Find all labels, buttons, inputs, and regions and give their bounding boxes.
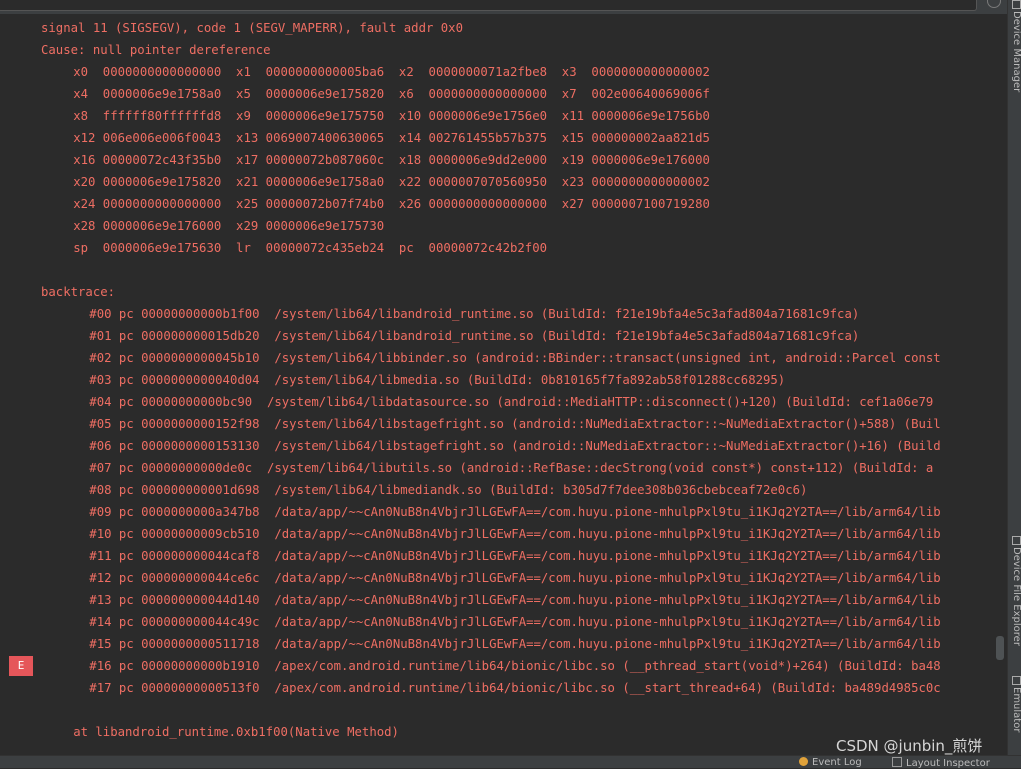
log-gutter [0, 14, 32, 755]
log-line: #11 pc 000000000044caf8 /data/app/~~cAn0… [89, 549, 941, 563]
log-line: #02 pc 0000000000045b10 /system/lib64/li… [89, 351, 941, 365]
layout-inspector-button[interactable]: Layout Inspector [892, 757, 990, 769]
log-line: #06 pc 0000000000153130 /system/lib64/li… [89, 439, 941, 453]
log-line: #09 pc 0000000000a347b8 /data/app/~~cAn0… [89, 505, 941, 519]
right-tool-window-bar: Device Manager Device File Explorer Emul… [1007, 0, 1021, 755]
layout-inspector-icon [892, 757, 902, 767]
log-line: #12 pc 000000000044ce6c /data/app/~~cAn0… [89, 571, 941, 585]
log-line: signal 11 (SIGSEGV), code 1 (SEGV_MAPERR… [41, 21, 463, 35]
emulator-label: Emulator [1011, 687, 1021, 733]
device-file-explorer-tab[interactable]: Device File Explorer [1010, 536, 1021, 646]
event-log-icon [799, 757, 808, 766]
logcat-search-input[interactable] [0, 0, 977, 11]
device-manager-label: Device Manager [1011, 11, 1021, 93]
emulator-icon [1011, 676, 1021, 685]
log-line: #15 pc 0000000000511718 /data/app/~~cAn0… [89, 637, 941, 651]
csdn-watermark: CSDN @junbin_煎饼 [836, 737, 983, 755]
log-line: #04 pc 00000000000bc90 /system/lib64/lib… [89, 395, 934, 409]
layout-inspector-label: Layout Inspector [906, 758, 990, 769]
device-manager-tab[interactable]: Device Manager [1010, 0, 1021, 92]
log-line: Cause: null pointer dereference [41, 43, 271, 57]
log-line: x16 00000072c43f35b0 x17 00000072b087060… [73, 153, 710, 167]
log-line: at libandroid_runtime.0xb1f00(Native Met… [73, 725, 399, 739]
log-line: #13 pc 000000000044d140 /data/app/~~cAn0… [89, 593, 941, 607]
log-line: #00 pc 00000000000b1f00 /system/lib64/li… [89, 307, 860, 321]
log-line: #03 pc 0000000000040d04 /system/lib64/li… [89, 373, 786, 387]
log-line: x8 ffffff80ffffffd8 x9 0000006e9e175750 … [73, 109, 710, 123]
log-line: sp 0000006e9e175630 lr 00000072c435eb24 … [73, 241, 548, 255]
event-log-label: Event Log [812, 757, 862, 768]
emulator-tab[interactable]: Emulator [1010, 676, 1021, 732]
device-file-explorer-label: Device File Explorer [1011, 547, 1021, 646]
log-line: #05 pc 0000000000152f98 /system/lib64/li… [89, 417, 941, 431]
settings-gear-icon[interactable] [987, 0, 1001, 8]
log-line: #17 pc 00000000000513f0 /apex/com.androi… [89, 681, 941, 695]
log-line: #07 pc 00000000000de0c /system/lib64/lib… [89, 461, 934, 475]
log-line: #14 pc 000000000044c49c /data/app/~~cAn0… [89, 615, 941, 629]
logcat-output[interactable]: signal 11 (SIGSEGV), code 1 (SEGV_MAPERR… [32, 14, 1007, 755]
logcat-filter-bar [0, 0, 1021, 14]
device-manager-icon [1011, 0, 1021, 9]
log-line: x20 0000006e9e175820 x21 0000006e9e1758a… [73, 175, 710, 189]
log-line: #10 pc 00000000009cb510 /data/app/~~cAn0… [89, 527, 941, 541]
error-level-badge: E [9, 656, 33, 676]
folder-icon [1011, 536, 1021, 545]
log-line: x0 0000000000000000 x1 0000000000005ba6 … [73, 65, 710, 79]
log-line: #01 pc 000000000015db20 /system/lib64/li… [89, 329, 860, 343]
log-line: x12 006e006e006f0043 x13 006900740063006… [73, 131, 710, 145]
event-log-button[interactable]: Event Log [799, 757, 862, 768]
log-line: #16 pc 00000000000b1910 /apex/com.androi… [89, 659, 941, 673]
log-line: x24 0000000000000000 x25 00000072b07f74b… [73, 197, 710, 211]
log-line: #08 pc 000000000001d698 /system/lib64/li… [89, 483, 808, 497]
bottom-status-bar: Event Log Layout Inspector [0, 755, 1021, 769]
log-line: backtrace: [41, 285, 116, 299]
log-line: x28 0000006e9e176000 x29 0000006e9e17573… [73, 219, 385, 233]
log-line: x4 0000006e9e1758a0 x5 0000006e9e175820 … [73, 87, 710, 101]
vertical-scrollbar-thumb[interactable] [996, 636, 1004, 660]
